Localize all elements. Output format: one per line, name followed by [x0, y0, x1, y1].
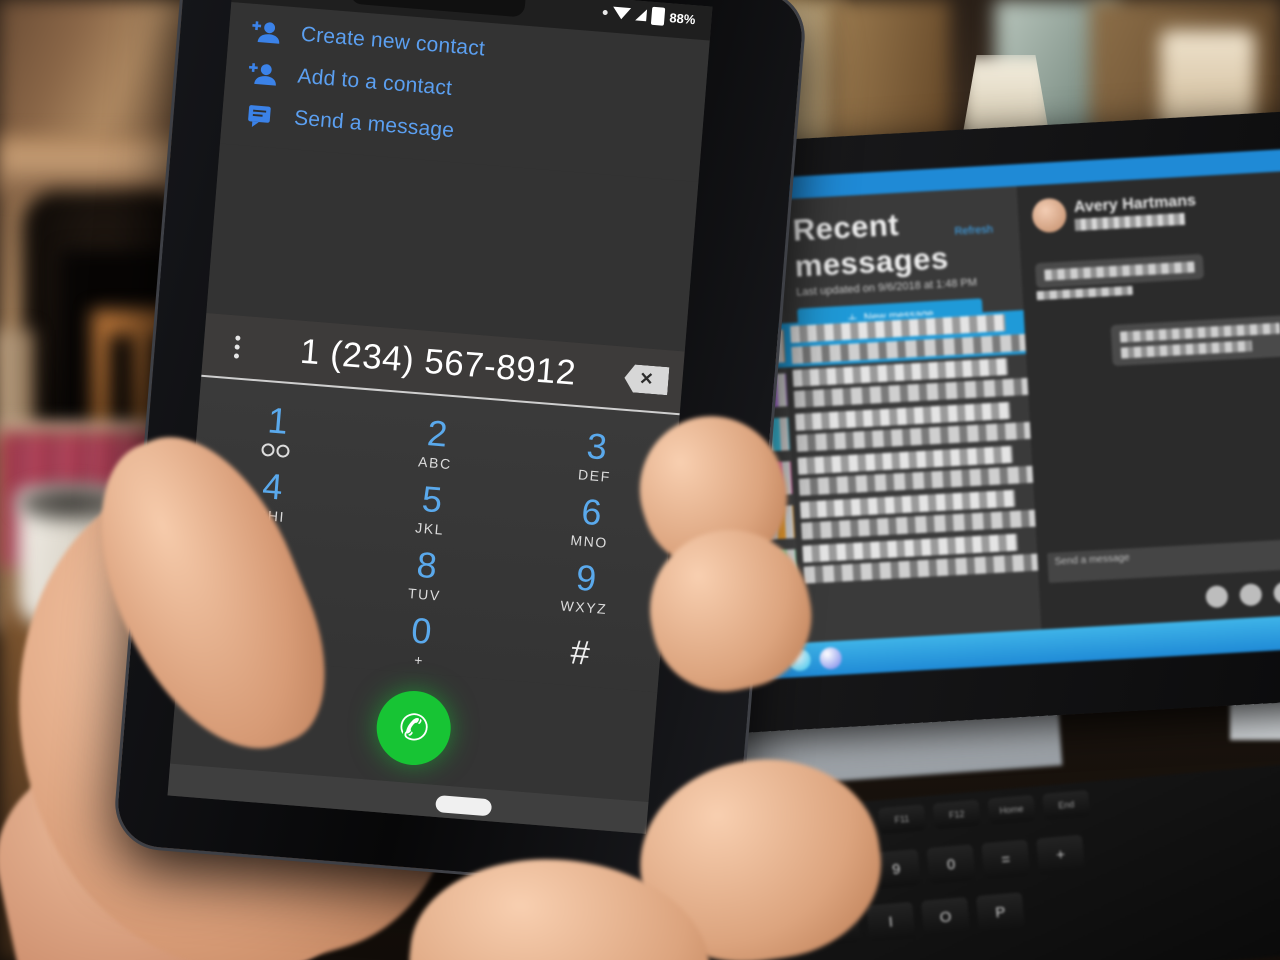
key-digit: 4 — [261, 464, 285, 508]
key-letters: JKL — [414, 518, 445, 538]
keyboard-key-Home[interactable]: Home — [987, 794, 1036, 825]
message-bubble-incoming — [1034, 253, 1205, 289]
key-digit: 8 — [415, 543, 439, 586]
emoji-icon[interactable] — [1205, 585, 1229, 609]
keyboard-key-End[interactable]: End — [1042, 789, 1091, 820]
phone-handset-icon: ✆ — [394, 704, 433, 751]
battery-percent: 88% — [668, 9, 697, 27]
message-bubble-outgoing — [1110, 315, 1280, 367]
dot-icon — [602, 9, 608, 15]
backspace-glyph: ✕ — [638, 368, 655, 390]
key-digit: 5 — [420, 477, 444, 520]
key-letters: WXYZ — [559, 596, 608, 617]
app-teal-icon[interactable] — [819, 646, 843, 670]
voicemail-icon — [261, 442, 290, 459]
redacted-text — [1044, 261, 1195, 281]
keyboard-key-0[interactable]: 0 — [926, 844, 976, 885]
sticker-icon[interactable] — [1273, 581, 1280, 605]
key-letters: ABC — [417, 452, 453, 472]
keyboard-key-F12[interactable]: F12 — [932, 799, 981, 830]
backspace-icon[interactable]: ✕ — [623, 364, 669, 395]
key-letters: + — [413, 651, 425, 669]
action-label: Create new contact — [300, 22, 486, 61]
refresh-link[interactable]: Refresh — [954, 224, 993, 238]
recent-messages-panel: Recent messages Last updated on 9/6/2018… — [741, 186, 1146, 643]
conversation-panel: Avery Hartmans Send a message — [1016, 171, 1280, 630]
person-add-icon — [250, 18, 282, 46]
keyboard-key-F11[interactable]: F11 — [877, 804, 926, 835]
key-digit: # — [569, 633, 592, 673]
action-label: Add to a contact — [296, 64, 453, 100]
action-label: Send a message — [293, 106, 456, 143]
keyboard-key-=[interactable]: = — [981, 839, 1031, 880]
key-digit: 3 — [585, 424, 609, 467]
composer-actions[interactable] — [1205, 581, 1280, 609]
keyboard-key-O[interactable]: O — [921, 896, 971, 937]
attachment-icon[interactable] — [1239, 583, 1263, 607]
person-add-icon — [247, 60, 279, 88]
redacted-text — [1036, 285, 1133, 301]
keyboard-key-I[interactable]: I — [866, 901, 916, 942]
keyboard-key-P[interactable]: P — [975, 892, 1025, 933]
key-letters: TUV — [407, 584, 442, 604]
battery-icon — [650, 6, 666, 26]
kebab-menu-icon[interactable] — [221, 334, 253, 359]
key-digit: 1 — [266, 399, 290, 442]
message-bubble-icon — [243, 101, 275, 129]
key-digit: 0 — [409, 609, 434, 652]
wifi-icon — [612, 6, 632, 21]
redacted-text — [1119, 322, 1280, 343]
status-icons: 88% — [602, 3, 696, 28]
message-timestamp-redacted — [1036, 285, 1133, 301]
send-message-input[interactable]: Send a message — [1047, 539, 1280, 584]
avatar — [1031, 197, 1068, 234]
key-digit: 2 — [425, 411, 450, 455]
key-letters: MNO — [569, 531, 609, 551]
dialpad-key-#[interactable]: # — [498, 614, 663, 693]
key-digit: 6 — [579, 490, 604, 533]
redacted-text — [1120, 340, 1253, 359]
home-pill[interactable] — [435, 794, 493, 817]
signal-icon — [635, 8, 648, 22]
keyboard-key-+[interactable]: + — [1036, 834, 1086, 875]
recent-messages-heading: Recent messages — [791, 206, 950, 284]
laptop-hinge — [1230, 700, 1280, 740]
call-button[interactable]: ✆ — [373, 688, 454, 768]
dialpad-key-0[interactable]: 0 + — [338, 601, 503, 680]
key-digit: 9 — [574, 556, 598, 599]
key-letters: DEF — [577, 465, 612, 485]
photo-scene: F8F9F10F11F12HomeEnd 67890=+ TYUIOP Pixe… — [0, 0, 1280, 960]
